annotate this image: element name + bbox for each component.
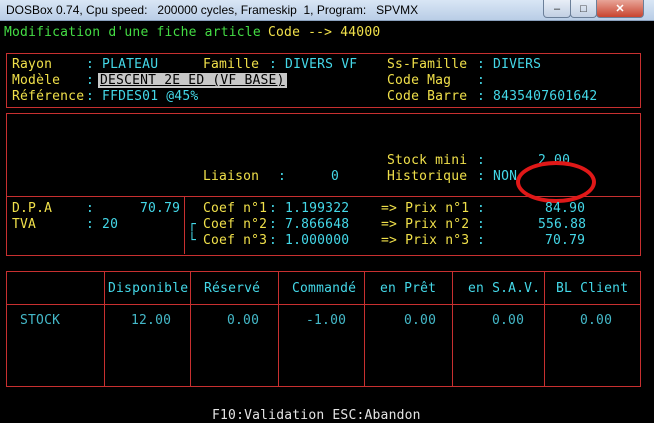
rayon-label: Rayon — [12, 57, 53, 72]
col-header-disponible: Disponible — [108, 281, 189, 296]
codemag-value[interactable]: : — [477, 73, 485, 88]
historique-label: Historique — [387, 169, 468, 184]
coef2-label: Coef n°2 — [203, 217, 268, 232]
prix3-label: => Prix n°3 — [381, 233, 470, 248]
prix1-value[interactable]: 84.90 — [545, 201, 585, 216]
table-col-divider — [104, 271, 105, 386]
ssfamille-label: Ss-Famille — [387, 57, 468, 72]
close-button[interactable]: ✕ — [596, 0, 644, 18]
coef1-label: Coef n°1 — [203, 201, 268, 216]
window-titlebar[interactable]: DOSBox 0.74, Cpu speed: 200000 cycles, F… — [0, 0, 654, 21]
article-code: Code --> 44000 — [268, 25, 381, 40]
coef3-value[interactable]: : 1.000000 — [269, 233, 349, 248]
dpa-value[interactable]: 70.79 — [140, 201, 180, 216]
famille-value[interactable]: : DIVERS VF — [269, 57, 357, 72]
col-header-reserve: Réservé — [204, 281, 261, 296]
prix1-colon: : — [477, 201, 486, 216]
modele-colon: : — [86, 73, 95, 88]
prix2-value[interactable]: 556.88 — [538, 217, 586, 232]
modele-label: Modèle — [12, 73, 61, 88]
dos-screen: Modification d'une fiche article Code --… — [0, 21, 654, 423]
coef2-value[interactable]: : 7.866648 — [269, 217, 349, 232]
famille-label: Famille — [203, 57, 260, 72]
tva-label: TVA — [12, 217, 37, 232]
col-header-en-pret: en Prêt — [380, 281, 437, 296]
liaison-label: Liaison — [203, 169, 260, 184]
prix3-colon: : — [477, 233, 486, 248]
window-title: DOSBox 0.74, Cpu speed: 200000 cycles, F… — [6, 3, 419, 17]
historique-value[interactable]: : NON — [477, 169, 517, 184]
page-title: Modification d'une fiche article — [4, 25, 261, 40]
maximize-button[interactable]: □ — [570, 0, 597, 18]
table-col-divider — [278, 271, 279, 386]
table-col-divider — [190, 271, 191, 386]
pricing-divider — [184, 197, 185, 254]
dpa-colon: : — [86, 201, 95, 216]
modele-input[interactable]: DESCENT 2E ED (VF BASE) — [98, 73, 287, 88]
ssfamille-value[interactable]: : DIVERS — [477, 57, 541, 72]
cell-en-pret[interactable]: 0.00 — [404, 313, 436, 328]
highlight-circle — [516, 161, 596, 203]
dpa-label: D.P.A — [12, 201, 53, 216]
reference-value[interactable]: : FFDES01 @45% — [86, 89, 198, 104]
row-label-stock: STOCK — [20, 313, 61, 328]
table-col-divider — [364, 271, 365, 386]
rayon-value[interactable]: : PLATEAU — [86, 57, 158, 72]
col-header-bl-client: BL Client — [556, 281, 629, 296]
minimize-icon: – — [553, 2, 561, 15]
prix3-value[interactable]: 70.79 — [545, 233, 585, 248]
codebarre-value[interactable]: : 8435407601642 — [477, 89, 597, 104]
cell-commande[interactable]: -1.00 — [306, 313, 346, 328]
close-icon: ✕ — [615, 3, 625, 15]
coef-bracket-icon: └ — [188, 233, 197, 248]
prix1-label: => Prix n°1 — [381, 201, 470, 216]
minimize-button[interactable]: – — [543, 0, 571, 18]
col-header-en-sav: en S.A.V. — [468, 281, 541, 296]
cell-disponible[interactable]: 12.00 — [131, 313, 171, 328]
table-col-divider — [452, 271, 453, 386]
cell-en-sav[interactable]: 0.00 — [492, 313, 524, 328]
col-header-commande: Commandé — [292, 281, 357, 296]
coef-bracket-icon: ┌ — [188, 217, 197, 232]
footer-shortcuts: F10:Validation ESC:Abandon — [212, 408, 421, 423]
prix2-colon: : — [477, 217, 486, 232]
stockmini-label: Stock mini — [387, 153, 468, 168]
codebarre-label: Code Barre — [387, 89, 468, 104]
maximize-icon: □ — [580, 2, 587, 15]
codemag-label: Code Mag — [387, 73, 452, 88]
prix2-label: => Prix n°2 — [381, 217, 470, 232]
stockmini-colon: : — [477, 153, 486, 168]
cell-bl-client[interactable]: 0.00 — [580, 313, 612, 328]
tva-value[interactable]: : 20 — [86, 217, 118, 232]
cell-reserve[interactable]: 0.00 — [227, 313, 259, 328]
table-col-divider — [544, 271, 545, 386]
coef1-value[interactable]: : 1.199322 — [269, 201, 349, 216]
liaison-colon: : — [278, 169, 287, 184]
coef3-label: Coef n°3 — [203, 233, 268, 248]
reference-label: Référence — [12, 89, 85, 104]
liaison-value[interactable]: 0 — [331, 169, 339, 184]
